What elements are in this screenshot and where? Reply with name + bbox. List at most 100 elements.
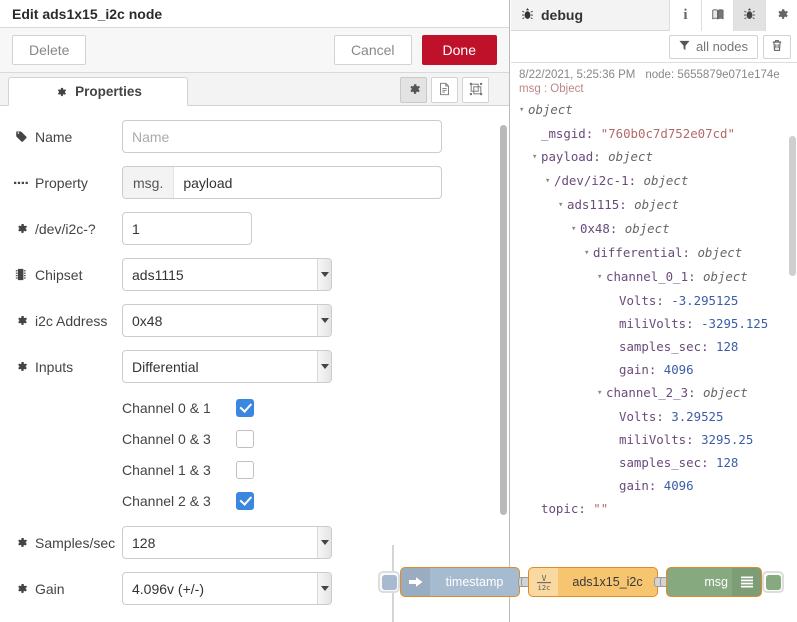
cancel-button[interactable]: Cancel	[333, 35, 412, 65]
properties-gear-icon-button[interactable]	[400, 77, 427, 103]
inject-trigger-button[interactable]	[378, 571, 400, 593]
debug-tree-row: _msgid: "760b0c7d752e07cd"	[519, 122, 789, 145]
debug-tree-row: Volts: -3.295125	[519, 289, 789, 312]
debug-tree-sep: :	[619, 197, 635, 212]
svg-text:V: V	[541, 574, 546, 583]
caret-down-icon[interactable]: ▾	[597, 382, 606, 405]
debug-tree-key: ads1115	[567, 197, 620, 212]
debug-tree-row[interactable]: ▾/dev/i2c-1: object	[519, 169, 789, 193]
description-doc-icon-button[interactable]	[431, 77, 458, 103]
property-typed-input[interactable]: msg. payload	[122, 166, 442, 199]
help-book-icon-button[interactable]	[701, 0, 733, 31]
tab-properties[interactable]: Properties	[8, 77, 188, 106]
debug-tree-sep: :	[701, 455, 716, 470]
clear-debug-button[interactable]	[763, 34, 791, 59]
caret-down-icon[interactable]: ▾	[571, 218, 580, 241]
debug-tree-sep: :	[648, 478, 664, 493]
field-label-inputs: Inputs	[14, 359, 122, 375]
caret-down-icon[interactable]: ▾	[584, 242, 593, 265]
debug-tree-sep: :	[688, 385, 703, 400]
property-value[interactable]: payload	[174, 167, 441, 198]
caret-down-icon[interactable]: ▾	[597, 266, 606, 289]
sidebar-header: debug i	[511, 0, 797, 31]
channel-checkbox[interactable]	[236, 460, 254, 479]
flow-node-timestamp[interactable]: timestamp	[400, 567, 520, 597]
trash-icon	[771, 39, 783, 55]
debug-tree-key: Volts	[619, 293, 657, 308]
channel-checkbox[interactable]	[236, 429, 254, 448]
channel-checkbox[interactable]	[236, 398, 254, 417]
channel-checkbox[interactable]	[236, 491, 254, 510]
caret-down-icon[interactable]: ▾	[532, 146, 541, 169]
config-gear-icon-button[interactable]	[765, 0, 797, 31]
debug-node-id: node: 5655879e071e174e	[645, 69, 780, 81]
debug-tree-value: object	[643, 173, 689, 188]
debug-tree-row[interactable]: ▾ channel_0_1: object	[519, 265, 789, 289]
debug-tree-key: gain	[619, 478, 649, 493]
field-label-inputs-text: Inputs	[35, 358, 74, 375]
debug-tree-row[interactable]: ▾ ads1115: object	[519, 193, 789, 217]
debug-tree-row[interactable]: ▾ 0x48: object	[519, 217, 789, 241]
done-button[interactable]: Done	[421, 35, 497, 65]
debug-tree-sep: :	[656, 293, 672, 308]
flow-node-ads1x15-i2c[interactable]: V i2c ads1x15_i2c	[528, 567, 658, 597]
property-prefix[interactable]: msg.	[123, 167, 175, 198]
caret-down-icon[interactable]: ▾	[558, 194, 567, 217]
volt-i2c-icon: V i2c	[529, 568, 558, 596]
flow-canvas[interactable]: timestamp V i2c ads1x15_i2c msg	[370, 545, 797, 622]
debug-sidebar: debug i all nodes 8/22/2021, 5:25:36 PM …	[511, 0, 797, 622]
field-label-samples-sec: Samples/sec	[14, 535, 122, 551]
delete-button[interactable]: Delete	[12, 35, 87, 65]
edit-node-dialog: Edit ads1x15_i2c node Delete Cancel Done…	[0, 0, 510, 622]
inputs-select-wrapper: DifferentialSingle Ended	[122, 350, 332, 383]
debug-tree-row[interactable]: ▾ object	[519, 98, 789, 122]
debug-bug-icon-button[interactable]	[733, 0, 765, 31]
debug-scrollbar[interactable]	[789, 136, 796, 276]
info-icon-button[interactable]: i	[669, 0, 701, 31]
channel-label: Channel 2 & 3	[122, 492, 211, 509]
debug-tree-row[interactable]: ▾ payload: object	[519, 145, 789, 169]
sidebar-title-text: debug	[541, 7, 583, 23]
dialog-scrollbar[interactable]	[500, 125, 507, 515]
bug-icon	[743, 7, 756, 24]
channel-row: Channel 1 & 3	[0, 458, 509, 481]
debug-tree-key: samples_sec	[619, 455, 702, 470]
inject-arrow-icon	[401, 568, 430, 596]
appearance-icon-button[interactable]	[462, 77, 489, 103]
svg-text:i2c: i2c	[537, 584, 550, 592]
debug-tree-key: gain	[619, 362, 649, 377]
debug-node-toggle-button[interactable]	[762, 571, 784, 593]
chipset-select[interactable]: ads1115ads1015	[122, 258, 332, 291]
channel-checkbox-list: Channel 0 & 1 Channel 0 & 3 Channel 1 & 3 C…	[0, 396, 509, 512]
samples-sec-select[interactable]: 8163264128250475860	[122, 526, 332, 559]
debug-tree-row[interactable]: ▾ differential: object	[519, 241, 789, 265]
debug-tree-key: miliVolts	[619, 432, 687, 447]
filter-nodes-button[interactable]: all nodes	[668, 34, 758, 59]
field-row-inputs: Inputs DifferentialSingle Ended	[0, 350, 509, 383]
debug-tree-key: object	[528, 102, 573, 117]
caret-down-icon[interactable]: ▾	[545, 170, 554, 193]
microchip-icon	[14, 268, 28, 281]
book-icon	[711, 8, 725, 24]
name-input[interactable]	[122, 120, 442, 153]
channel-label: Channel 0 & 3	[122, 430, 211, 447]
caret-down-icon[interactable]: ▾	[519, 99, 528, 122]
flow-node-ads1x15-i2c-label: ads1x15_i2c	[572, 575, 643, 589]
inputs-select[interactable]: DifferentialSingle Ended	[122, 350, 332, 383]
debug-msg-type: msg : Object	[519, 83, 584, 95]
bug-icon	[521, 7, 534, 24]
flow-node-debug-msg[interactable]: msg	[666, 567, 762, 597]
i2c-address-select[interactable]: 0x480x490x4A0x4B	[122, 304, 332, 337]
debug-tree-sep: :	[701, 339, 716, 354]
debug-tree-row[interactable]: ▾ channel_2_3: object	[519, 381, 789, 405]
debug-tree-value: 3.29525	[671, 409, 724, 424]
field-label-gain: Gain	[14, 581, 122, 597]
dev-i2c-input[interactable]	[122, 212, 252, 245]
dialog-tabs: Properties	[0, 73, 509, 106]
debug-tree-value: "760b0c7d752e07cd"	[600, 126, 735, 141]
appearance-icon	[469, 82, 483, 99]
channel-label: Channel 1 & 3	[122, 461, 211, 478]
gain-select[interactable]: 6.144v (+/-)4.096v (+/-)2.048v (+/-)1.02…	[122, 572, 332, 605]
gear-icon	[14, 536, 28, 549]
field-label-gain-text: Gain	[35, 580, 65, 597]
